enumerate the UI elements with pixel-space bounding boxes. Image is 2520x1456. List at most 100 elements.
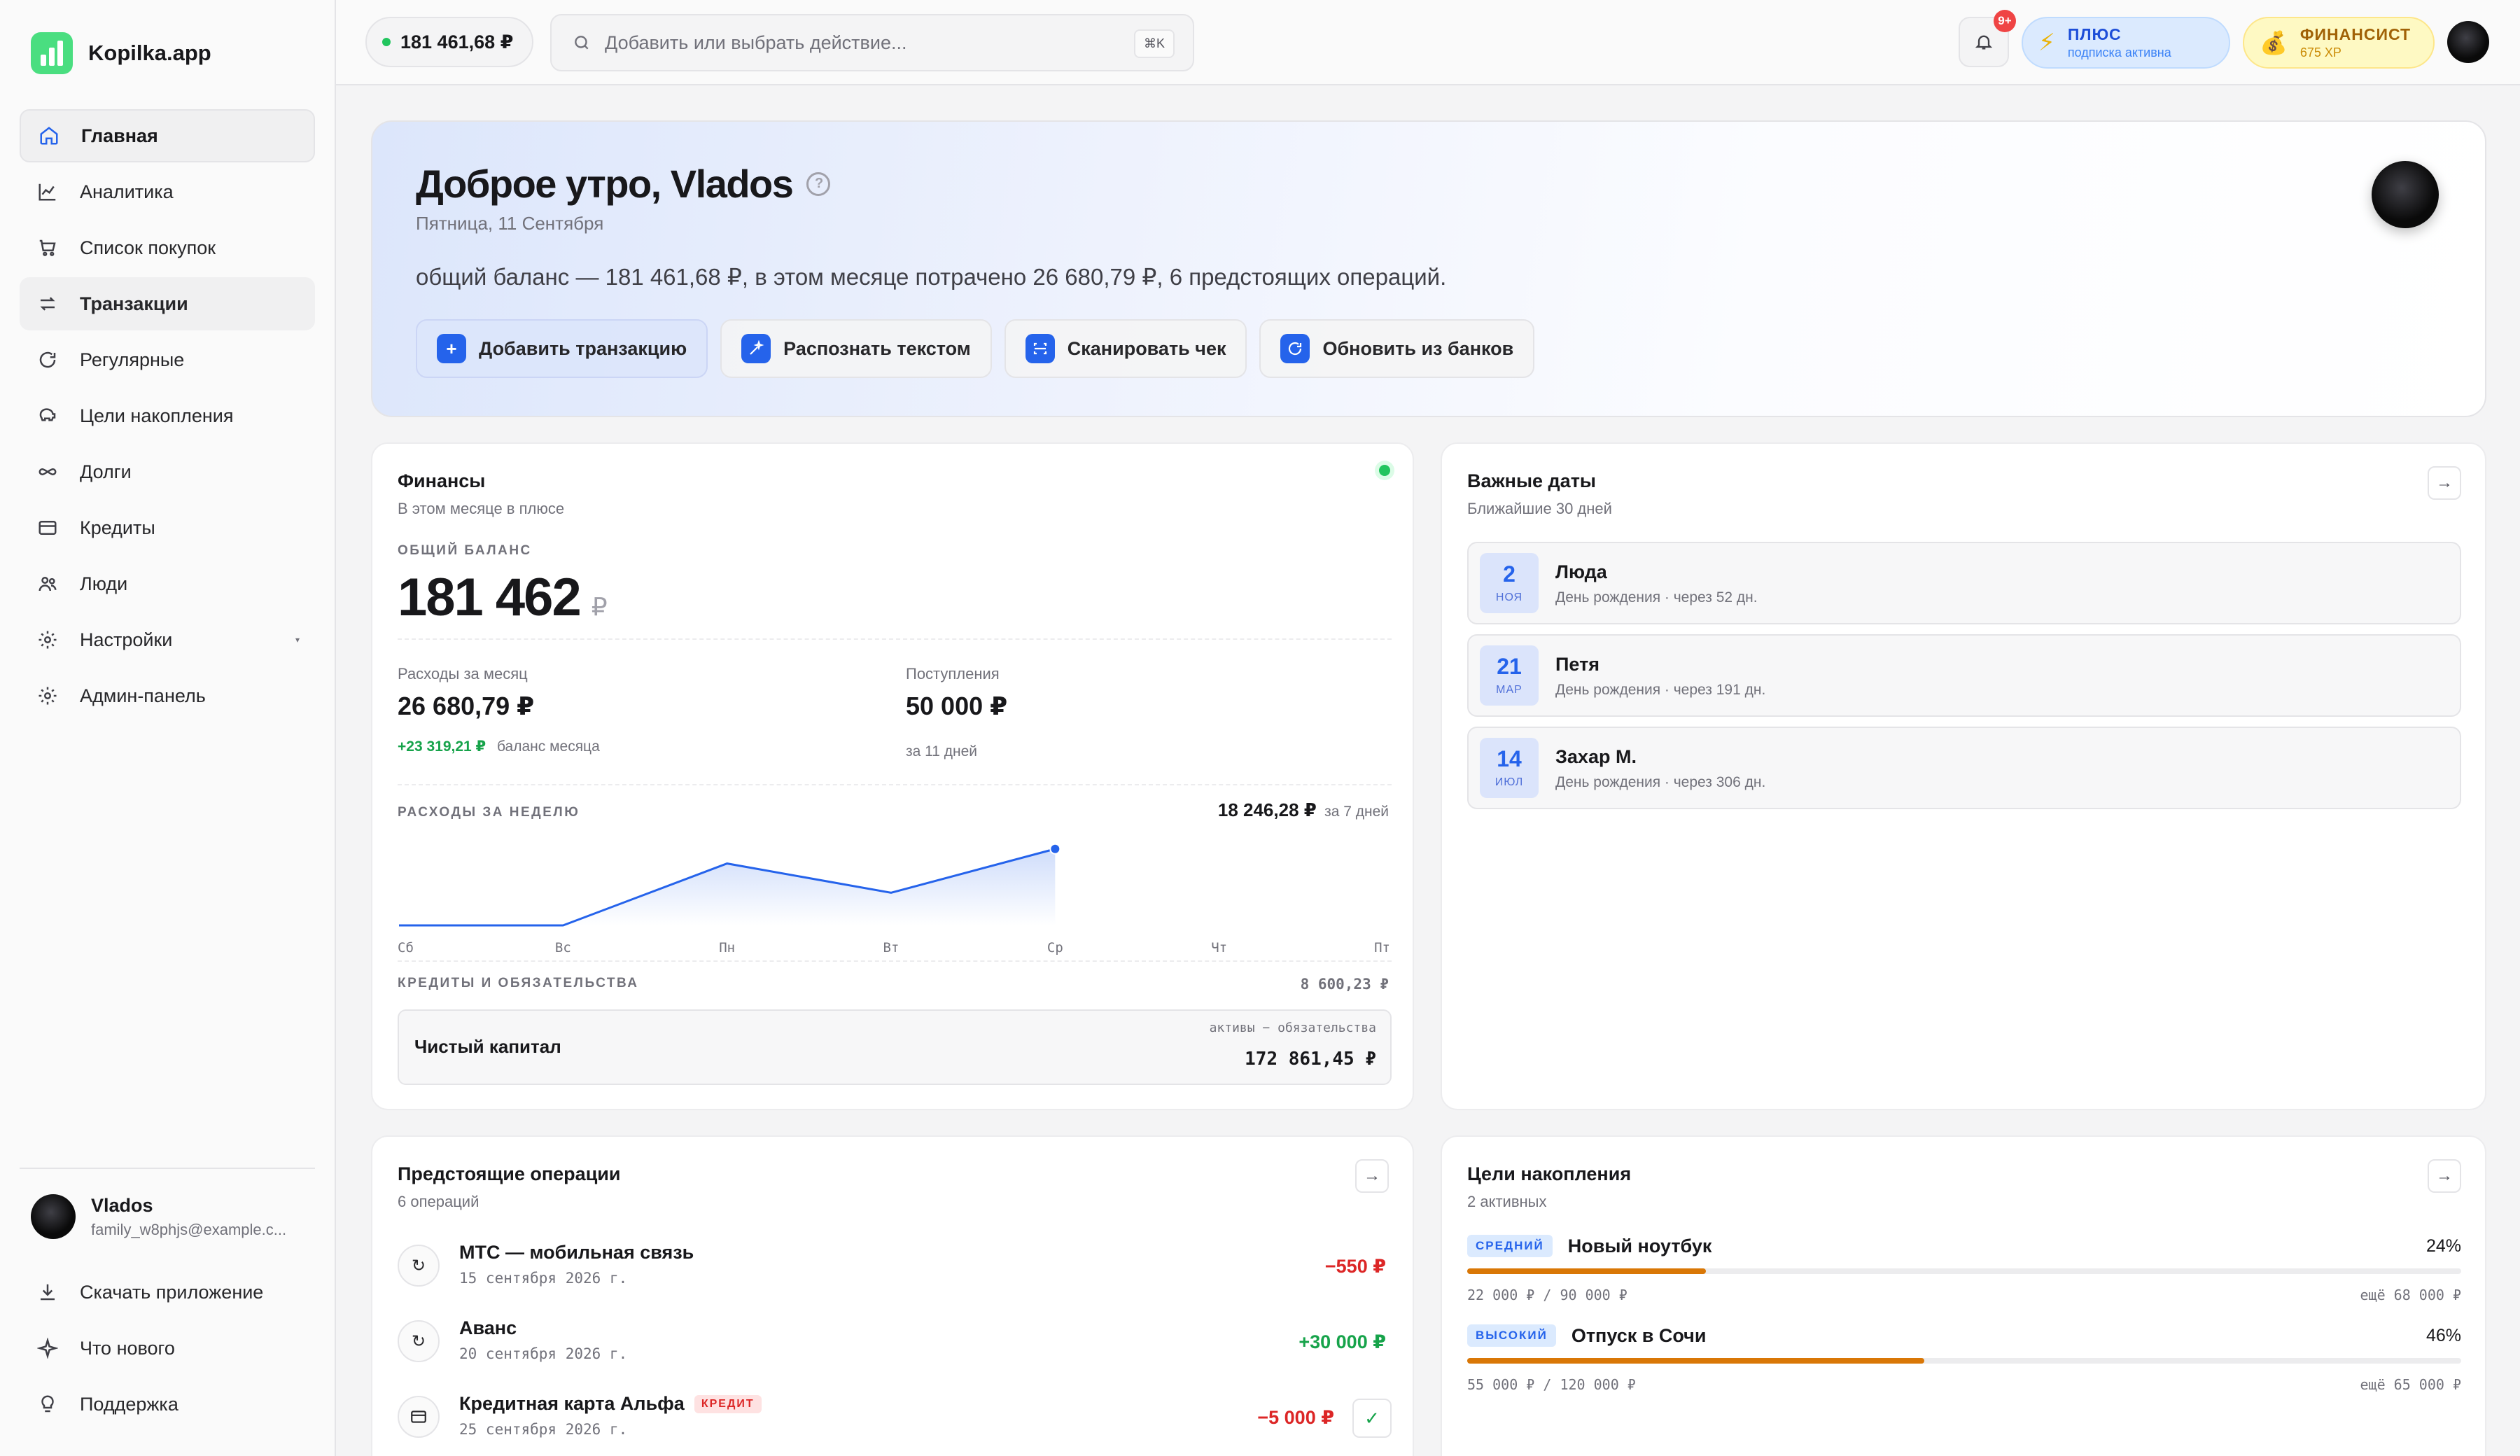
avatar[interactable] <box>2447 21 2489 63</box>
date-badge: 14 ИЮЛ <box>1480 738 1539 798</box>
arrow-right-icon[interactable]: → <box>2428 1159 2461 1193</box>
weekly-total-period: за 7 дней <box>1324 804 1389 820</box>
goal-progress-fill <box>1467 1268 1706 1274</box>
plus-title: ПЛЮС <box>2067 25 2122 43</box>
sidebar-item-shopping[interactable]: Список покупок <box>20 221 315 274</box>
admin-gear-icon <box>35 683 60 708</box>
sidebar-item-label: Регулярные <box>80 349 185 370</box>
date-item[interactable]: 14 ИЮЛ Захар М. День рождения · через 30… <box>1467 727 2461 809</box>
sidebar-item-debts[interactable]: Долги <box>20 445 315 498</box>
refresh-banks-button[interactable]: Обновить из банков <box>1259 319 1535 378</box>
date-day: 14 <box>1497 746 1522 771</box>
date-badge: 21 МАР <box>1480 645 1539 706</box>
date-month: МАР <box>1496 684 1522 696</box>
user-name: Vlados <box>91 1194 153 1216</box>
button-label: Добавить транзакцию <box>479 337 687 359</box>
sidebar-item-label: Кредиты <box>80 517 155 538</box>
people-icon <box>35 571 60 596</box>
sidebar-item-analytics[interactable]: Аналитика <box>20 165 315 218</box>
net-worth-value: 172 861,45 ₽ <box>1245 1049 1376 1070</box>
date-item[interactable]: 2 НОЯ Люда День рождения · через 52 дн. <box>1467 542 2461 624</box>
date-person: Петя <box>1555 654 1600 675</box>
sidebar-item-label: Список покупок <box>80 237 216 258</box>
x-tick-label: Вс <box>555 940 571 955</box>
list-item[interactable]: ↻ Аванс 20 сентября 2026 г. +30 000 ₽ <box>398 1308 1392 1378</box>
operation-date: 20 сентября 2026 г. <box>459 1345 628 1362</box>
sidebar-item-label: Долги <box>80 461 132 482</box>
button-label: Обновить из банков <box>1322 337 1514 359</box>
sidebar-item-label: Что нового <box>80 1337 175 1359</box>
x-tick-label: Пт <box>1374 940 1390 955</box>
date-person: Люда <box>1555 561 1607 582</box>
sidebar-item-label: Админ-панель <box>80 685 206 706</box>
x-tick-label: Чт <box>1211 940 1227 955</box>
whats-new-link[interactable]: Что нового <box>20 1322 315 1375</box>
gear-icon <box>35 627 60 652</box>
home-icon <box>36 123 62 148</box>
brand[interactable]: Kopilka.app <box>31 32 211 74</box>
plus-subtitle: подписка активна <box>2067 46 2171 59</box>
date-month: НОЯ <box>1495 592 1523 603</box>
sidebar-nav: Главная Аналитика Список покупок Транзак… <box>20 109 315 725</box>
goal-item[interactable]: СРЕДНИЙ Новый ноутбук 24% 22 000 ₽ / 90 … <box>1467 1235 2461 1319</box>
goal-item[interactable]: ВЫСОКИЙ Отпуск в Сочи 46% 55 000 ₽ / 120… <box>1467 1324 2461 1408</box>
arrow-right-icon[interactable]: → <box>1355 1159 1389 1193</box>
download-app-link[interactable]: Скачать приложение <box>20 1266 315 1319</box>
income-period: за 11 дней <box>906 743 978 760</box>
savings-goals-card: Цели накопления 2 активных → СРЕДНИЙ Нов… <box>1441 1135 2486 1456</box>
help-icon[interactable]: ? <box>806 172 831 196</box>
card-subtitle: 6 операций <box>398 1193 479 1210</box>
plus-subscription-badge[interactable]: ⚡ ПЛЮС подписка активна <box>2022 17 2230 69</box>
chevron-down-icon: ▾ <box>295 635 300 645</box>
level-title: ФИНАНСИСТ <box>2300 25 2412 43</box>
sidebar-item-transactions[interactable]: Транзакции <box>20 277 315 330</box>
x-tick-label: Пн <box>719 940 735 955</box>
goal-saved: 22 000 ₽ / 90 000 ₽ <box>1467 1287 1628 1303</box>
sidebar-divider <box>20 1168 315 1169</box>
check-icon: ✓ <box>1364 1407 1380 1429</box>
scan-receipt-button[interactable]: Сканировать чек <box>1004 319 1247 378</box>
sidebar-item-home[interactable]: Главная <box>20 109 315 162</box>
sidebar-item-settings[interactable]: Настройки ▾ <box>20 613 315 666</box>
balance-value: 181 461,68 ₽ <box>400 31 514 52</box>
level-badge[interactable]: 💰 ФИНАНСИСТ 675 XP <box>2243 17 2435 69</box>
operation-amount: −5 000 ₽ <box>1257 1407 1334 1428</box>
income-label: Поступления <box>906 665 1000 682</box>
operation-amount: +30 000 ₽ <box>1298 1331 1386 1352</box>
goal-progress-bar <box>1467 1268 2461 1274</box>
sidebar-item-admin[interactable]: Админ-панель <box>20 669 315 722</box>
cart-icon <box>35 235 60 260</box>
list-item[interactable]: ↻ МТС — мобильная связь 15 сентября 2026… <box>398 1232 1392 1302</box>
recognize-text-button[interactable]: Распознать текстом <box>720 319 992 378</box>
card-subtitle: Ближайшие 30 дней <box>1467 500 1612 517</box>
search-icon <box>573 34 591 52</box>
search-input[interactable]: Добавить или выбрать действие... ⌘K <box>550 14 1194 71</box>
plus-icon: + <box>437 334 466 363</box>
date-item[interactable]: 21 МАР Петя День рождения · через 191 дн… <box>1467 634 2461 717</box>
arrow-right-icon[interactable]: → <box>2428 466 2461 500</box>
chart-icon <box>35 179 60 204</box>
sidebar-item-credits[interactable]: Кредиты <box>20 501 315 554</box>
confirm-payment-button[interactable]: ✓ <box>1352 1399 1392 1438</box>
sidebar-item-recurring[interactable]: Регулярные <box>20 333 315 386</box>
weekly-expenses-total: 18 246,28 ₽ за 7 дней <box>1218 799 1389 821</box>
balance-pill[interactable]: 181 461,68 ₽ <box>365 17 533 67</box>
list-item[interactable]: Кредитная карта Альфа КРЕДИТ 25 сентября… <box>398 1383 1392 1453</box>
total-balance: 181 462 ₽ <box>398 567 608 628</box>
operation-name-wrap: Кредитная карта Альфа КРЕДИТ <box>459 1393 762 1415</box>
goal-percent: 46% <box>2426 1325 2461 1345</box>
support-link[interactable]: Поддержка <box>20 1378 315 1431</box>
current-date: Пятница, 11 Сентября <box>416 213 604 234</box>
user-profile[interactable]: Vlados family_w8phjs@example.c... <box>31 1194 286 1239</box>
quick-actions: + Добавить транзакцию Распознать текстом… <box>416 319 1547 378</box>
level-xp: 675 XP <box>2300 46 2342 59</box>
sidebar-item-label: Настройки <box>80 629 173 650</box>
priority-badge: СРЕДНИЙ <box>1467 1235 1553 1257</box>
add-transaction-button[interactable]: + Добавить транзакцию <box>416 319 708 378</box>
credits-value: 8 600,23 ₽ <box>1300 976 1389 993</box>
money-bag-icon: 💰 <box>2260 30 2288 55</box>
credit-card-icon <box>35 515 60 540</box>
sidebar-item-goals[interactable]: Цели накопления <box>20 389 315 442</box>
sidebar-item-people[interactable]: Люди <box>20 557 315 610</box>
notifications-button[interactable]: 9+ <box>1959 10 2016 67</box>
